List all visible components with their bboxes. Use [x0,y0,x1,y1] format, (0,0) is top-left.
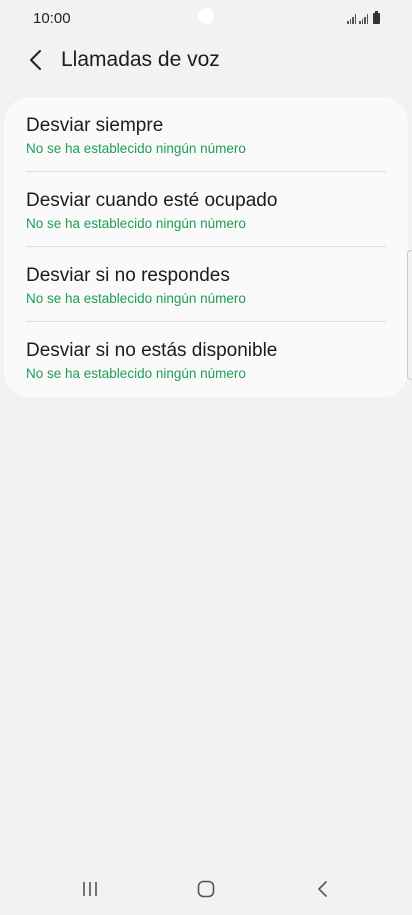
status-time: 10:00 [33,10,71,27]
back-button[interactable] [22,46,48,74]
status-bar: 10:00 [0,0,412,36]
menu-item-always-forward[interactable]: Desviar siempre No se ha establecido nin… [4,97,408,172]
menu-item-title: Desviar siempre [26,115,164,136]
recent-apps-button[interactable] [70,877,110,901]
chevron-left-icon [30,50,41,70]
navigation-bar [0,859,412,915]
battery-icon [373,11,380,24]
call-forwarding-list: Desviar siempre No se ha establecido nin… [4,97,408,397]
recent-apps-icon [83,882,97,896]
nav-back-button[interactable] [302,877,342,901]
menu-item-forward-when-unreachable[interactable]: Desviar si no estás disponible No se ha … [4,322,408,397]
status-icons [347,11,380,24]
menu-item-subtitle: No se ha establecido ningún número [26,291,246,306]
page-title: Llamadas de voz [61,48,220,71]
app-bar: Llamadas de voz [0,40,412,80]
home-button[interactable] [186,877,226,901]
menu-item-subtitle: No se ha establecido ningún número [26,216,246,231]
back-icon [318,881,327,897]
home-icon [197,880,215,898]
menu-item-forward-when-unanswered[interactable]: Desviar si no respondes No se ha estable… [4,247,408,322]
menu-item-subtitle: No se ha establecido ningún número [26,366,246,381]
menu-item-title: Desviar si no estás disponible [26,340,278,361]
menu-item-forward-when-busy[interactable]: Desviar cuando esté ocupado No se ha est… [4,172,408,247]
scrollbar[interactable] [407,250,412,380]
signal-icon-2 [359,13,368,24]
front-camera [198,8,214,24]
menu-item-subtitle: No se ha establecido ningún número [26,141,246,156]
menu-item-title: Desviar si no respondes [26,265,230,286]
signal-icon [347,13,356,24]
menu-item-title: Desviar cuando esté ocupado [26,190,278,211]
